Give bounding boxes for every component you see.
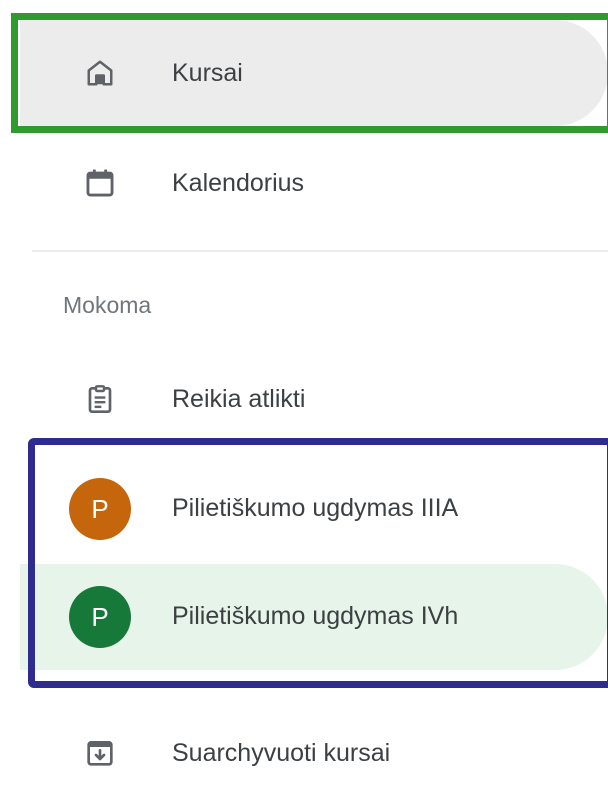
class-name: Pilietiškumo ugdymas IIIA — [172, 494, 459, 522]
class-name: Pilietiškumo ugdymas IVh — [172, 602, 459, 630]
sidebar-item-to-review[interactable]: Reikia atlikti — [0, 346, 608, 452]
sidebar-item-courses[interactable]: Kursai — [0, 20, 608, 126]
section-heading-teaching: Mokoma — [63, 292, 152, 318]
calendar-icon — [80, 163, 120, 203]
sidebar-item-archived-classes[interactable]: Suarchyvuoti kursai — [0, 700, 608, 806]
divider — [32, 250, 608, 252]
home-icon — [80, 53, 120, 93]
archive-icon — [80, 733, 120, 773]
sidebar-item-class[interactable]: P Pilietiškumo ugdymas IVh — [0, 564, 608, 670]
sidebar-item-label: Suarchyvuoti kursai — [172, 739, 391, 767]
class-avatar: P — [69, 586, 131, 648]
sidebar-item-label: Kalendorius — [172, 169, 305, 197]
sidebar-item-label: Kursai — [172, 59, 243, 87]
sidebar-item-label: Reikia atlikti — [172, 385, 306, 413]
assignment-icon — [80, 379, 120, 419]
sidebar-item-class[interactable]: P Pilietiškumo ugdymas IIIA — [0, 456, 608, 562]
class-avatar: P — [69, 478, 131, 540]
sidebar-item-calendar[interactable]: Kalendorius — [0, 130, 608, 236]
